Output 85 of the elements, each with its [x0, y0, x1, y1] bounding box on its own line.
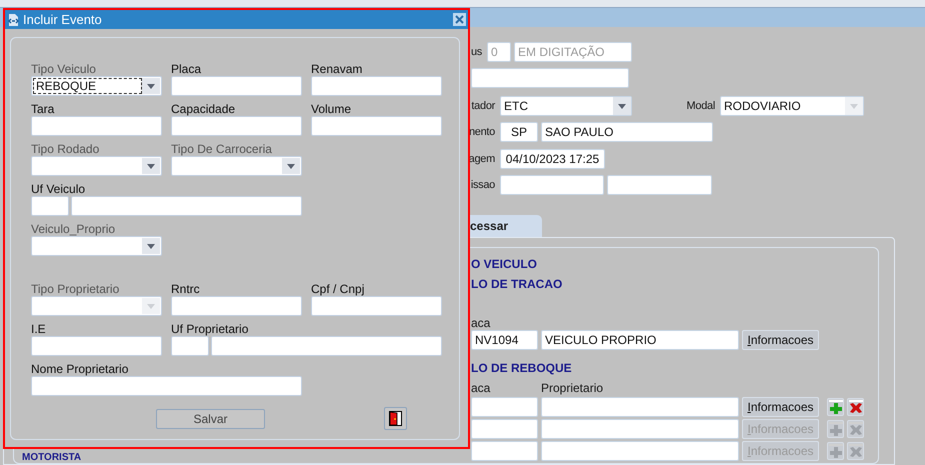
dropdown-arrow-icon[interactable] [147, 84, 155, 88]
field-label: Veiculo_Proprio [31, 222, 116, 236]
plate-field[interactable]: NV1094 [471, 330, 538, 350]
field-label: Uf Veiculo [31, 182, 86, 196]
section-heading: MOTORISTA [21, 453, 82, 463]
door-icon [389, 411, 402, 426]
dropdown-field[interactable] [31, 236, 162, 256]
input-field[interactable] [31, 196, 69, 216]
input-field[interactable] [171, 296, 302, 316]
owner-field[interactable] [541, 419, 739, 439]
input-field[interactable] [471, 68, 629, 88]
field-label: Uf Proprietario [171, 322, 250, 336]
field-label: Tipo Veiculo [31, 62, 97, 76]
x-icon [848, 422, 862, 436]
dropdown-field[interactable] [31, 156, 162, 176]
dialog-title: Incluir Evento [23, 11, 103, 29]
section-heading: O VEICULO [471, 257, 538, 271]
input-field[interactable] [311, 116, 442, 136]
add-button[interactable] [827, 442, 844, 460]
input-field[interactable] [171, 76, 302, 96]
field-label: nento [468, 125, 495, 140]
field-label: Cpf / Cnpj [311, 282, 366, 296]
plus-icon [828, 444, 842, 458]
dropdown-field[interactable]: REBOQUE [31, 76, 162, 96]
dropdown-arrow-icon[interactable] [287, 164, 295, 168]
field-label: us [470, 45, 482, 60]
input-field[interactable]: SAO PAULO [541, 122, 713, 142]
field-label: tador [471, 99, 495, 114]
field-label: issao [470, 178, 495, 193]
close-icon [455, 15, 464, 24]
plate-field[interactable] [471, 397, 538, 417]
x-icon [848, 400, 862, 414]
input-field[interactable] [71, 196, 302, 216]
delete-button[interactable] [847, 398, 864, 416]
plate-field[interactable] [471, 419, 538, 439]
plus-icon [828, 422, 842, 436]
input-field[interactable]: SP [500, 122, 538, 142]
field-label: Tara [31, 102, 56, 116]
field-label: I.E [31, 322, 47, 336]
exit-button[interactable] [384, 407, 407, 430]
input-field[interactable] [500, 175, 604, 195]
dropdown-arrow-icon[interactable] [147, 244, 155, 248]
close-button[interactable] [453, 13, 466, 26]
section-heading: LO DE REBOQUE [471, 361, 573, 375]
window-icon [8, 14, 19, 26]
field-label: Modal [686, 99, 715, 114]
plate-field[interactable] [471, 441, 538, 461]
input-field[interactable] [607, 175, 712, 195]
add-button[interactable] [827, 398, 844, 416]
field-label: Placa [171, 62, 202, 76]
dropdown-field[interactable]: ETC [500, 96, 632, 116]
field-label: Tipo Rodado [31, 142, 100, 156]
section-heading: LO DE TRACAO [471, 277, 564, 291]
informacoes-button[interactable]: Informacoes [742, 330, 819, 350]
field-label: Tipo Proprietario [31, 282, 120, 296]
dropdown-field[interactable] [171, 156, 302, 176]
input-field[interactable] [171, 116, 302, 136]
owner-field[interactable] [541, 441, 739, 461]
input-field[interactable] [311, 76, 442, 96]
informacoes-button[interactable]: Informacoes [742, 397, 819, 417]
column-label: aca [471, 317, 492, 329]
save-button[interactable]: Salvar [156, 408, 265, 428]
input-field[interactable] [31, 336, 162, 356]
input-field[interactable] [311, 296, 442, 316]
field-label: agem [468, 152, 495, 167]
input-field[interactable] [211, 336, 442, 356]
owner-field[interactable]: VEICULO PROPRIO [541, 330, 739, 350]
field-label: Nome Proprietario [31, 362, 130, 376]
column-label: aca [471, 382, 492, 394]
input-field[interactable]: 04/10/2023 17:25 [500, 149, 605, 169]
input-field[interactable] [31, 376, 302, 396]
tab[interactable]: cessar [470, 215, 542, 237]
input-field[interactable] [31, 116, 162, 136]
plus-icon [828, 400, 842, 414]
field-label: Renavam [311, 62, 364, 76]
field-label: Tipo De Carroceria [171, 142, 273, 156]
dropdown-arrow-icon[interactable] [618, 104, 626, 108]
input-field[interactable] [171, 336, 209, 356]
x-icon [848, 444, 862, 458]
field-label: Volume [311, 102, 352, 116]
owner-field[interactable] [541, 397, 739, 417]
dropdown-arrow-icon[interactable] [147, 164, 155, 168]
field-label: Capacidade [171, 102, 236, 116]
field-label: Rntrc [171, 282, 201, 296]
column-label: Proprietario [541, 382, 604, 394]
